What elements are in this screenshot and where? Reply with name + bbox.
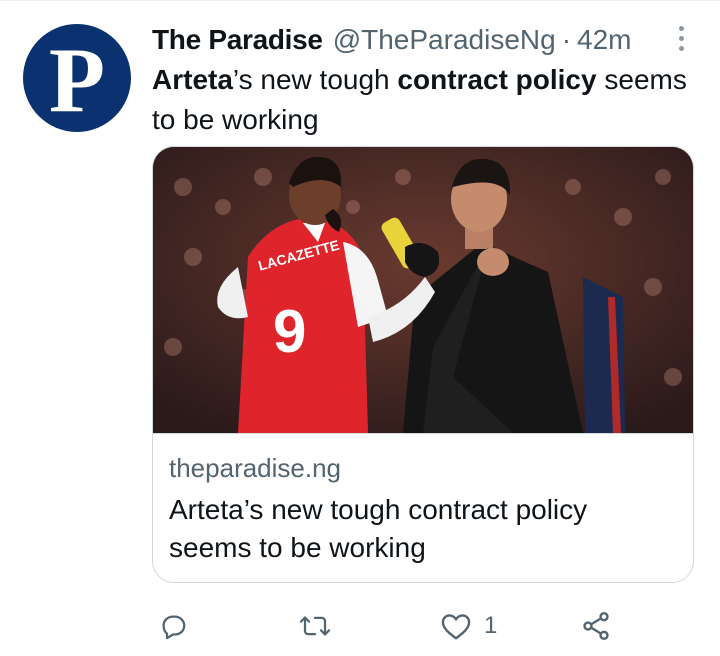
- avatar-letter: P: [48, 29, 106, 131]
- reply-button[interactable]: [158, 604, 188, 648]
- avatar[interactable]: P: [23, 24, 131, 132]
- action-bar: 1: [152, 604, 692, 648]
- card-image[interactable]: 9 LACAZETTE: [153, 147, 693, 434]
- like-count: 1: [484, 612, 498, 639]
- tweet-header: The Paradise @TheParadiseNg · 42m: [152, 20, 672, 60]
- retweet-button[interactable]: [298, 604, 332, 648]
- card-domain: theparadise.ng: [169, 453, 342, 483]
- jersey-number: 9: [273, 298, 306, 365]
- timestamp[interactable]: 42m: [577, 24, 631, 56]
- divider: [0, 0, 720, 1]
- display-name[interactable]: The Paradise: [152, 24, 323, 56]
- reply-icon: [162, 615, 186, 640]
- share-icon: [583, 612, 609, 640]
- like-button[interactable]: 1: [440, 604, 497, 648]
- tweet-text-2: ’s new tough: [232, 64, 398, 95]
- more-options-icon[interactable]: [670, 22, 692, 54]
- share-button[interactable]: [580, 604, 612, 648]
- heart-icon: [441, 614, 471, 640]
- card-title: Arteta’s new tough contract policy seems…: [169, 494, 588, 563]
- tweet-text-bold-1: Arteta: [152, 64, 233, 95]
- retweet-icon: [299, 616, 331, 636]
- football-photo-illustration: 9 LACAZETTE: [153, 147, 693, 433]
- user-handle[interactable]: @TheParadiseNg: [333, 24, 556, 56]
- separator: ·: [561, 24, 572, 55]
- link-card[interactable]: 9 LACAZETTE theparadise.ng Arteta’s new …: [152, 146, 694, 583]
- tweet-text-bold-2: contract policy: [397, 64, 597, 95]
- tweet-text: Arteta’s new tough contract policy seems…: [152, 60, 692, 140]
